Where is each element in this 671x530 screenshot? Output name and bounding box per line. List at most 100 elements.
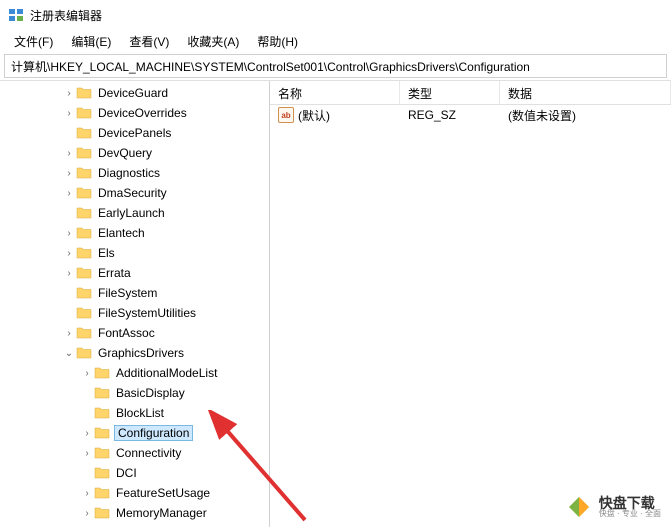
chevron-icon[interactable]: › <box>62 108 76 119</box>
tree-item-deviceguard[interactable]: › DeviceGuard <box>0 83 269 103</box>
address-text: 计算机\HKEY_LOCAL_MACHINE\SYSTEM\ControlSet… <box>11 58 530 75</box>
folder-icon <box>76 126 92 140</box>
folder-icon <box>76 186 92 200</box>
chevron-icon[interactable]: › <box>80 508 94 519</box>
folder-icon <box>76 106 92 120</box>
folder-icon <box>94 366 110 380</box>
tree-item-els[interactable]: › Els <box>0 243 269 263</box>
tree-item-label: BasicDisplay <box>114 385 187 401</box>
chevron-icon[interactable]: › <box>80 428 94 439</box>
tree-item-label: DCI <box>114 465 139 481</box>
window-title: 注册表编辑器 <box>30 7 102 24</box>
menu-edit[interactable]: 编辑(E) <box>63 31 119 52</box>
chevron-icon[interactable]: › <box>80 368 94 379</box>
folder-icon <box>76 306 92 320</box>
registry-tree: ›DeviceGuard›DeviceOverrides›DevicePanel… <box>0 83 269 527</box>
tree-item-label: DeviceGuard <box>96 85 170 101</box>
tree-item-basicdisplay[interactable]: ›BasicDisplay <box>0 383 269 403</box>
tree-item-featuresetusage[interactable]: › FeatureSetUsage <box>0 483 269 503</box>
folder-icon <box>76 346 92 360</box>
watermark-logo-icon <box>565 493 593 521</box>
tree-item-label: Errata <box>96 265 133 281</box>
tree-item-dmasecurity[interactable]: › DmaSecurity <box>0 183 269 203</box>
folder-icon <box>76 326 92 340</box>
tree-item-label: Diagnostics <box>96 165 162 181</box>
tree-item-memorymanager[interactable]: › MemoryManager <box>0 503 269 523</box>
tree-item-monitordatastore[interactable]: ›MonitorDataStore <box>0 523 269 527</box>
folder-icon <box>94 446 110 460</box>
tree-item-label: Configuration <box>114 425 193 441</box>
tree-item-configuration[interactable]: › Configuration <box>0 423 269 443</box>
menu-help[interactable]: 帮助(H) <box>249 31 306 52</box>
tree-panel: ›DeviceGuard›DeviceOverrides›DevicePanel… <box>0 81 270 527</box>
tree-item-elantech[interactable]: › Elantech <box>0 223 269 243</box>
list-body: ab(默认)REG_SZ(数值未设置) <box>270 105 671 125</box>
tree-item-label: FileSystemUtilities <box>96 305 198 321</box>
folder-icon <box>94 466 110 480</box>
tree-item-filesystemutilities[interactable]: ›FileSystemUtilities <box>0 303 269 323</box>
tree-item-label: Elantech <box>96 225 147 241</box>
tree-item-label: DevicePanels <box>96 125 173 141</box>
tree-item-dci[interactable]: ›DCI <box>0 463 269 483</box>
tree-item-devquery[interactable]: ›DevQuery <box>0 143 269 163</box>
tree-item-label: FileSystem <box>96 285 159 301</box>
tree-item-additionalmodelist[interactable]: › AdditionalModeList <box>0 363 269 383</box>
folder-icon <box>76 286 92 300</box>
chevron-icon[interactable]: › <box>62 148 76 159</box>
menu-favorites[interactable]: 收藏夹(A) <box>179 31 247 52</box>
folder-icon <box>94 386 110 400</box>
tree-item-label: AdditionalModeList <box>114 365 219 381</box>
list-row[interactable]: ab(默认)REG_SZ(数值未设置) <box>270 105 671 125</box>
tree-item-fontassoc[interactable]: › FontAssoc <box>0 323 269 343</box>
folder-icon <box>76 246 92 260</box>
tree-item-deviceoverrides[interactable]: ›DeviceOverrides <box>0 103 269 123</box>
titlebar: 注册表编辑器 <box>0 0 671 30</box>
regedit-icon <box>8 7 24 23</box>
header-name[interactable]: 名称 <box>270 81 400 104</box>
header-type[interactable]: 类型 <box>400 81 500 104</box>
tree-item-earlylaunch[interactable]: ›EarlyLaunch <box>0 203 269 223</box>
list-panel: 名称 类型 数据 ab(默认)REG_SZ(数值未设置) <box>270 81 671 527</box>
watermark-sub: 快盘 · 专业 · 全面 <box>599 510 661 518</box>
tree-item-filesystem[interactable]: ›FileSystem <box>0 283 269 303</box>
folder-icon <box>76 146 92 160</box>
folder-icon <box>94 486 110 500</box>
tree-item-label: MemoryManager <box>114 505 209 521</box>
watermark: 快盘下载 快盘 · 专业 · 全面 <box>565 493 661 521</box>
menu-file[interactable]: 文件(F) <box>6 31 61 52</box>
chevron-icon[interactable]: › <box>62 268 76 279</box>
folder-icon <box>94 426 110 440</box>
address-bar[interactable]: 计算机\HKEY_LOCAL_MACHINE\SYSTEM\ControlSet… <box>4 54 667 78</box>
menu-view[interactable]: 查看(V) <box>121 31 177 52</box>
header-data[interactable]: 数据 <box>500 81 671 104</box>
tree-item-label: EarlyLaunch <box>96 205 167 221</box>
tree-item-label: FontAssoc <box>96 325 157 341</box>
tree-item-blocklist[interactable]: ›BlockList <box>0 403 269 423</box>
chevron-icon[interactable]: › <box>62 328 76 339</box>
cell-type: REG_SZ <box>400 106 500 124</box>
chevron-icon[interactable]: › <box>80 448 94 459</box>
tree-item-graphicsdrivers[interactable]: ⌄GraphicsDrivers <box>0 343 269 363</box>
folder-icon <box>76 226 92 240</box>
chevron-icon[interactable]: ⌄ <box>62 348 76 359</box>
content-area: ›DeviceGuard›DeviceOverrides›DevicePanel… <box>0 80 671 527</box>
tree-item-diagnostics[interactable]: › Diagnostics <box>0 163 269 183</box>
tree-item-errata[interactable]: › Errata <box>0 263 269 283</box>
tree-item-devicepanels[interactable]: ›DevicePanels <box>0 123 269 143</box>
chevron-icon[interactable]: › <box>62 248 76 259</box>
tree-item-label: DmaSecurity <box>96 185 169 201</box>
chevron-icon[interactable]: › <box>62 88 76 99</box>
chevron-icon[interactable]: › <box>62 168 76 179</box>
chevron-icon[interactable]: › <box>62 228 76 239</box>
tree-item-label: BlockList <box>114 405 166 421</box>
cell-name: ab(默认) <box>270 105 400 126</box>
tree-item-label: Els <box>96 245 117 261</box>
watermark-title: 快盘下载 <box>599 496 661 510</box>
value-name: (默认) <box>298 107 330 124</box>
tree-item-connectivity[interactable]: ›Connectivity <box>0 443 269 463</box>
chevron-icon[interactable]: › <box>62 188 76 199</box>
tree-item-label: FeatureSetUsage <box>114 485 212 501</box>
string-value-icon: ab <box>278 107 294 123</box>
chevron-icon[interactable]: › <box>80 488 94 499</box>
folder-icon <box>76 266 92 280</box>
